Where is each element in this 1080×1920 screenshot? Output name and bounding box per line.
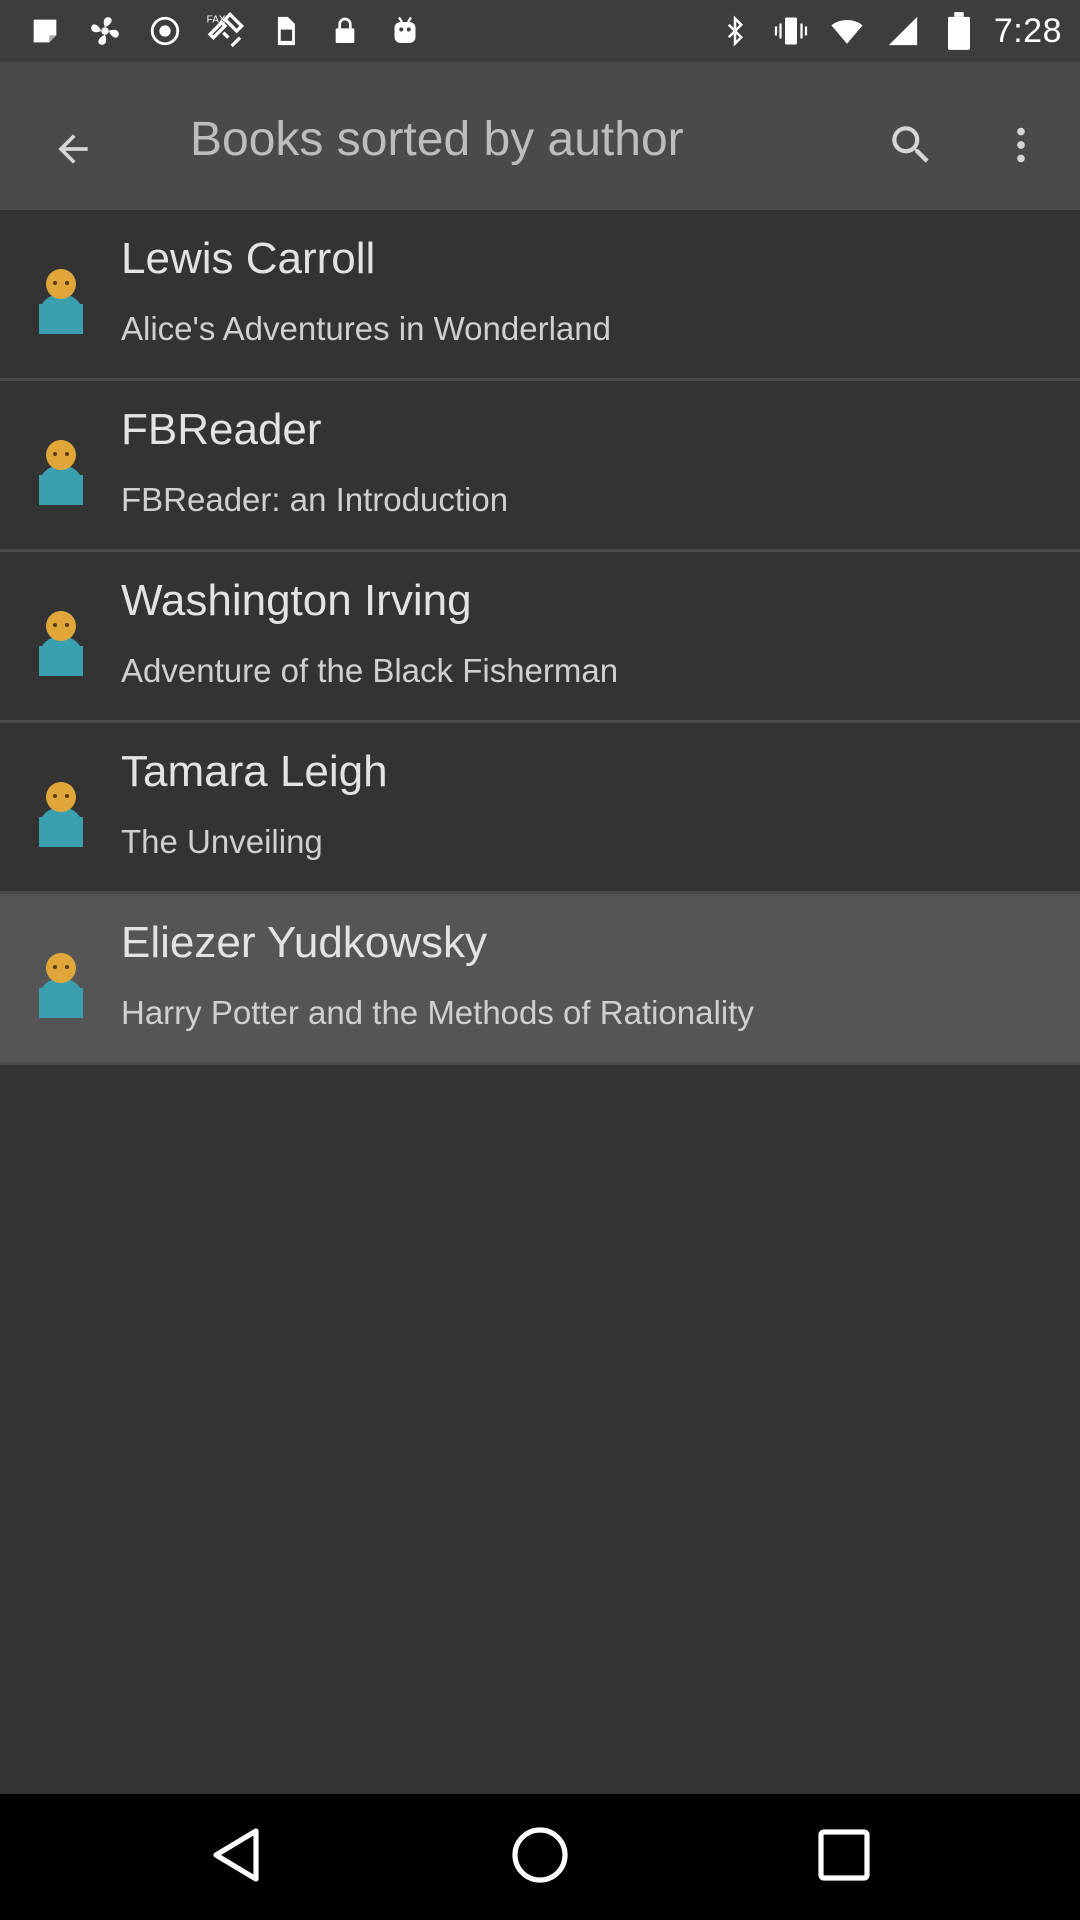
nav-recents-button[interactable] (804, 1824, 884, 1890)
list-item-author[interactable]: Lewis Carroll Alice's Adventures in Wond… (0, 210, 1080, 381)
more-options-button[interactable] (976, 102, 1066, 192)
lock-icon (324, 10, 366, 52)
fan-icon (84, 10, 126, 52)
home-circle-icon (510, 1825, 570, 1890)
app-bar: Books sorted by author (0, 62, 1080, 210)
author-avatar-icon (36, 942, 86, 1018)
author-name: FBReader (121, 405, 322, 454)
list-item-author[interactable]: Washington Irving Adventure of the Black… (0, 552, 1080, 723)
android-icon (384, 10, 426, 52)
list-item-author[interactable]: FBReader FBReader: an Introduction (0, 381, 1080, 552)
svg-text:FAX: FAX (207, 15, 226, 26)
author-avatar-icon (36, 258, 86, 334)
author-list: Lewis Carroll Alice's Adventures in Wond… (0, 210, 1080, 1794)
author-avatar-icon (36, 600, 86, 676)
nav-home-button[interactable] (500, 1824, 580, 1890)
list-item-author[interactable]: Tamara Leigh The Unveiling (0, 723, 1080, 894)
status-time: 7:28 (993, 11, 1062, 50)
author-name: Tamara Leigh (121, 747, 388, 796)
back-button[interactable] (28, 106, 118, 196)
book-title: Harry Potter and the Methods of Rational… (121, 994, 754, 1031)
status-bar: FAX 7:28 (0, 0, 1080, 62)
signal-icon (882, 10, 924, 52)
search-icon (886, 120, 936, 175)
search-button[interactable] (866, 102, 956, 192)
book-title: FBReader: an Introduction (121, 481, 509, 518)
navigation-bar (0, 1794, 1080, 1920)
book-title: Adventure of the Black Fisherman (121, 652, 619, 689)
back-triangle-icon (208, 1825, 264, 1890)
vibrate-icon (770, 10, 812, 52)
radio-icon (144, 10, 186, 52)
arrow-back-icon (51, 127, 95, 176)
bluetooth-icon (714, 10, 756, 52)
more-vert-icon (998, 122, 1044, 173)
author-avatar-icon (36, 429, 86, 505)
recents-square-icon (817, 1828, 871, 1887)
author-name: Washington Irving (121, 576, 472, 625)
sim-icon (264, 10, 306, 52)
fax-icon: FAX (204, 10, 246, 52)
wifi-icon (826, 10, 868, 52)
book-title: The Unveiling (121, 823, 323, 860)
book-title: Alice's Adventures in Wonderland (121, 310, 611, 347)
battery-icon (938, 10, 980, 52)
list-item-author-selected[interactable]: Eliezer Yudkowsky Harry Potter and the M… (0, 894, 1080, 1065)
author-avatar-icon (36, 771, 86, 847)
sticky-note-icon (24, 10, 66, 52)
author-name: Eliezer Yudkowsky (121, 918, 488, 967)
author-name: Lewis Carroll (121, 234, 376, 283)
page-title: Books sorted by author (190, 113, 684, 166)
nav-back-button[interactable] (196, 1824, 276, 1890)
